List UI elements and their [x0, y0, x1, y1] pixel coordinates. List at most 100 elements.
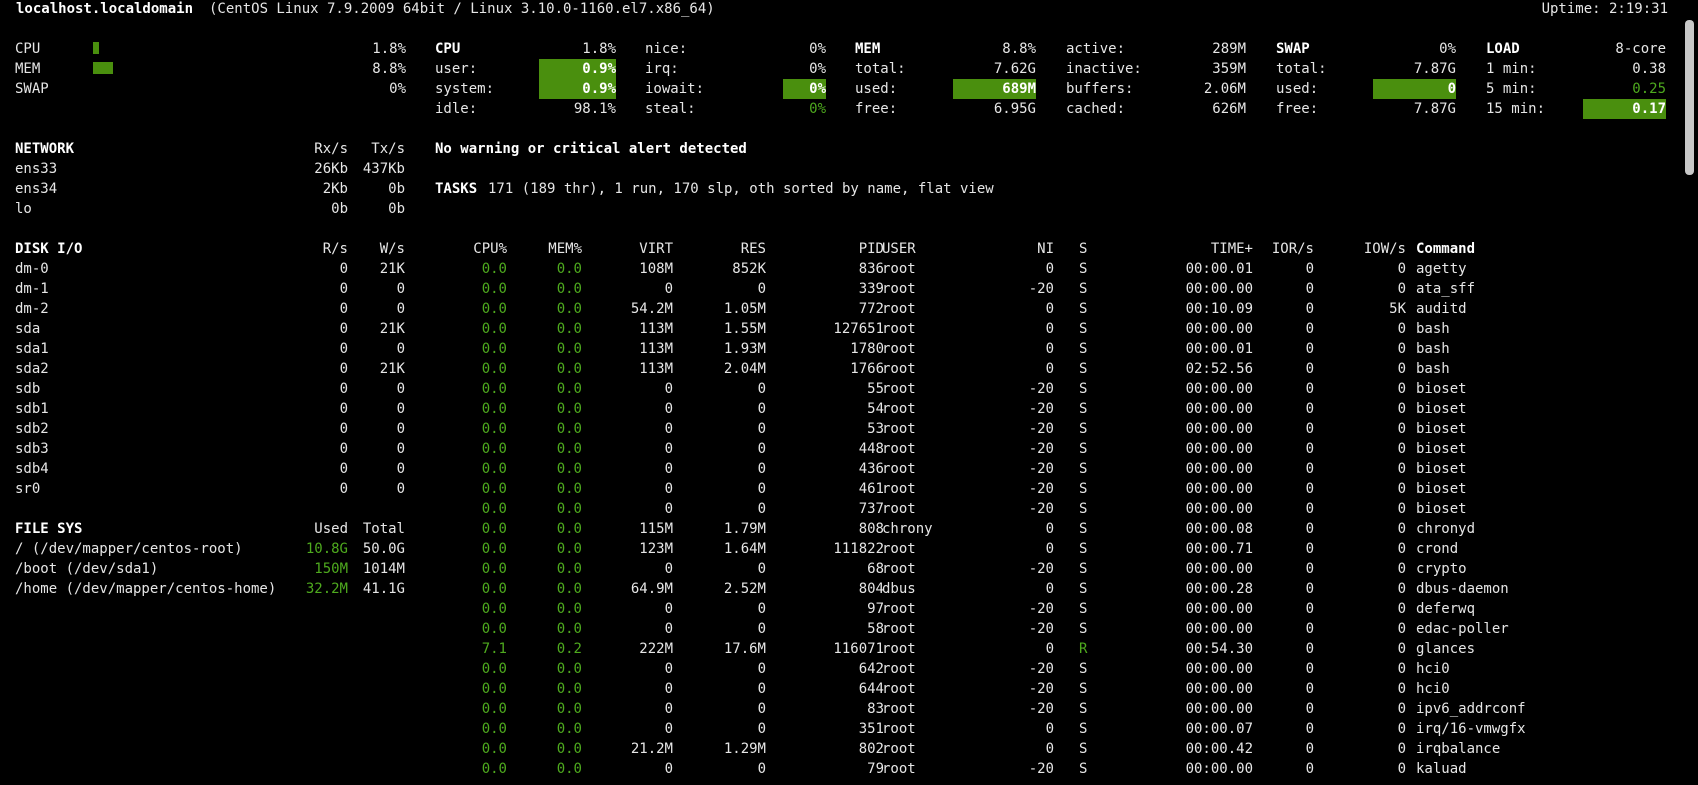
col-ior-header[interactable]: IOR/s [1272, 239, 1314, 259]
process-cpu: 0.0 [481, 741, 507, 757]
process-ni: 0 [1045, 721, 1054, 737]
scrollbar-thumb[interactable] [1685, 20, 1694, 175]
process-row[interactable]: 0.0 0.0 0 0 58 root -20 S 00:00.00 0 0 edac-poller [0, 619, 1698, 639]
process-row[interactable]: 0.0 0.0 113M 1.93M 1780 root 0 S 00:00.01 0 0 bash [0, 339, 1698, 359]
process-row[interactable]: 0.0 0.0 0 0 55 root -20 S 00:00.00 0 0 bioset [0, 379, 1698, 399]
process-virt: 0 [664, 381, 673, 397]
col-command-header[interactable]: Command [1416, 239, 1475, 259]
col-user-header[interactable]: USER [882, 239, 916, 259]
process-row[interactable]: 7.1 0.2 222M 17.6M 116071 root 0 R 00:54.30 0 0 gla… [0, 639, 1698, 659]
process-ior: 0 [1305, 521, 1314, 537]
process-ior: 0 [1305, 261, 1314, 277]
process-iow: 0 [1397, 481, 1406, 497]
process-user: root [882, 461, 916, 477]
col-mem-header[interactable]: MEM% [548, 239, 582, 259]
swap-free-value: 7.87G [1413, 101, 1456, 117]
process-row[interactable]: 0.0 0.0 0 0 79 root -20 S 00:00.00 0 0 kaluad [0, 759, 1698, 779]
scrollbar[interactable] [1680, 0, 1698, 785]
process-row[interactable]: 0.0 0.0 0 0 351 root 0 S 00:00.07 0 0 irq/16-vmwgfx [0, 719, 1698, 739]
process-row[interactable]: 0.0 0.0 115M 1.79M 808 chrony 0 S 00:00.08 0 0 chro… [0, 519, 1698, 539]
process-row[interactable]: 0.0 0.0 108M 852K 836 root 0 S 00:00.01 0 0 agetty [0, 259, 1698, 279]
process-row[interactable]: 0.0 0.0 0 0 54 root -20 S 00:00.00 0 0 bioset [0, 399, 1698, 419]
mem-inactive-value: 359M [1212, 61, 1246, 77]
process-row[interactable]: 0.0 0.0 0 0 83 root -20 S 00:00.00 0 0 ipv6_addrcon… [0, 699, 1698, 719]
process-mem: 0.0 [556, 481, 582, 497]
process-ior: 0 [1305, 701, 1314, 717]
col-time-header[interactable]: TIME+ [1211, 239, 1253, 259]
process-row[interactable]: 0.0 0.0 123M 1.64M 111822 root 0 S 00:00.71 0 0 cro… [0, 539, 1698, 559]
process-user: root [882, 261, 916, 277]
process-pid: 436 [858, 461, 884, 477]
process-command: agetty [1416, 261, 1467, 277]
col-ni-header[interactable]: NI [1037, 239, 1054, 259]
process-pid: 642 [858, 661, 884, 677]
process-ni: -20 [1028, 421, 1054, 437]
network-tx-value: 437Kb [362, 161, 405, 177]
col-cpu-header[interactable]: CPU% [473, 239, 507, 259]
process-row[interactable]: 0.0 0.0 0 0 448 root -20 S 00:00.00 0 0 bioset [0, 439, 1698, 459]
process-virt: 0 [664, 601, 673, 617]
cpu-idle-value: 98.1% [573, 101, 616, 117]
process-status: S [1079, 561, 1088, 577]
process-command: crypto [1416, 561, 1467, 577]
process-mem: 0.0 [556, 341, 582, 357]
load-15min-label: 15 min: [1486, 101, 1546, 117]
col-s-header[interactable]: S [1079, 239, 1087, 259]
mem-cached-value: 626M [1212, 101, 1246, 117]
process-user: root [882, 601, 916, 617]
process-time: 00:00.00 [1185, 481, 1253, 497]
process-row[interactable]: 0.0 0.0 54.2M 1.05M 772 root 0 S 00:10.09 0 5K audi… [0, 299, 1698, 319]
process-row[interactable]: 0.0 0.0 0 0 737 root -20 S 00:00.00 0 0 bioset [0, 499, 1698, 519]
process-mem: 0.0 [556, 381, 582, 397]
process-time: 00:00.00 [1185, 441, 1253, 457]
process-row[interactable]: 0.0 0.0 0 0 68 root -20 S 00:00.00 0 0 crypto [0, 559, 1698, 579]
quicklook-cpu-value: 1.8% [372, 41, 406, 57]
process-cpu: 0.0 [481, 721, 507, 737]
process-row[interactable]: 0.0 0.0 21.2M 1.29M 802 root 0 S 00:00.42 0 0 irqba… [0, 739, 1698, 759]
process-res: 0 [757, 401, 766, 417]
process-row[interactable]: 0.0 0.0 0 0 339 root -20 S 00:00.00 0 0 ata_sff [0, 279, 1698, 299]
col-pid-header[interactable]: PID [859, 239, 884, 259]
process-row[interactable]: 0.0 0.0 0 0 97 root -20 S 00:00.00 0 0 deferwq [0, 599, 1698, 619]
quicklook-mem-bar [93, 62, 113, 74]
process-row[interactable]: 0.0 0.0 0 0 461 root -20 S 00:00.00 0 0 bioset [0, 479, 1698, 499]
process-ni: -20 [1028, 661, 1054, 677]
col-iow-header[interactable]: IOW/s [1364, 239, 1406, 259]
process-ni: -20 [1028, 441, 1054, 457]
process-row[interactable]: 0.0 0.0 0 0 642 root -20 S 00:00.00 0 0 hci0 [0, 659, 1698, 679]
process-user: root [882, 701, 916, 717]
process-row[interactable]: 0.0 0.0 0 0 644 root -20 S 00:00.00 0 0 hci0 [0, 679, 1698, 699]
process-mem: 0.0 [556, 301, 582, 317]
process-pid: 339 [858, 281, 884, 297]
process-status: S [1079, 421, 1088, 437]
process-status: S [1079, 481, 1088, 497]
process-ior: 0 [1305, 681, 1314, 697]
process-row[interactable]: 0.0 0.0 0 0 53 root -20 S 00:00.00 0 0 bioset [0, 419, 1698, 439]
process-virt: 113M [639, 321, 673, 337]
process-ni: 0 [1045, 521, 1054, 537]
cpu-title: CPU [435, 41, 461, 57]
process-row[interactable]: 0.0 0.0 113M 1.55M 127651 root 0 S 00:00.00 0 0 bas… [0, 319, 1698, 339]
network-tx-value: 0b [388, 201, 405, 217]
process-res: 0 [757, 561, 766, 577]
col-virt-header[interactable]: VIRT [639, 239, 673, 259]
col-res-header[interactable]: RES [741, 239, 766, 259]
process-row[interactable]: 0.0 0.0 113M 2.04M 1766 root 0 S 02:52.56 0 0 bash [0, 359, 1698, 379]
process-res: 852K [732, 261, 766, 277]
process-cpu: 0.0 [481, 761, 507, 777]
process-virt: 0 [664, 461, 673, 477]
process-cpu: 0.0 [481, 601, 507, 617]
swap-used-value: 0 [1373, 79, 1456, 99]
process-row[interactable]: 0.0 0.0 64.9M 2.52M 804 dbus 0 S 00:00.28 0 0 dbus-… [0, 579, 1698, 599]
process-status: S [1079, 361, 1088, 377]
process-res: 1.64M [723, 541, 766, 557]
process-user: root [882, 321, 916, 337]
process-iow: 0 [1397, 601, 1406, 617]
process-pid: 127651 [833, 321, 884, 337]
process-command: irqbalance [1416, 741, 1501, 757]
process-row[interactable]: 0.0 0.0 0 0 436 root -20 S 00:00.00 0 0 bioset [0, 459, 1698, 479]
process-status: S [1079, 681, 1088, 697]
process-cpu: 0.0 [481, 381, 507, 397]
load-15min-value: 0.17 [1583, 99, 1666, 119]
process-virt: 222M [639, 641, 673, 657]
